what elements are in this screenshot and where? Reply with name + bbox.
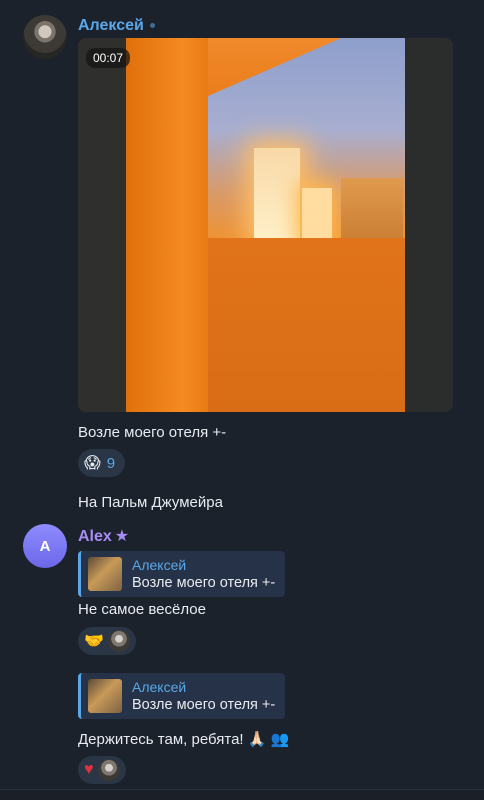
premium-star-icon: ★ xyxy=(114,528,130,545)
reply-thumbnail xyxy=(88,679,122,713)
reply-quote[interactable]: Алексей Возле моего отеля +- xyxy=(78,673,286,719)
video-side-right xyxy=(405,38,453,412)
sender-name-alex[interactable]: Alex ★ xyxy=(78,526,129,546)
video-duration-badge: 00:07 xyxy=(86,48,131,68)
video-building xyxy=(302,188,332,243)
avatar-alexei[interactable] xyxy=(23,15,67,59)
video-side-left xyxy=(78,38,126,412)
avatar-letter: A xyxy=(39,537,51,555)
handshake-icon: 🤝 xyxy=(84,633,104,650)
reply-thumbnail xyxy=(88,557,122,591)
message-text: Держитесь там, ребята! 🙏🏻 👥 xyxy=(78,731,290,748)
reaction-chip[interactable]: 🤝 xyxy=(78,627,136,655)
video-frame xyxy=(126,38,405,412)
bottom-divider xyxy=(0,789,484,800)
reaction-chip[interactable]: 😱 9 xyxy=(78,449,126,477)
video-floor xyxy=(208,238,405,412)
sender-name-label: Alex xyxy=(78,528,112,545)
reactor-avatar xyxy=(97,759,120,781)
reactor-avatar xyxy=(107,630,130,652)
reply-quote[interactable]: Алексей Возле моего отеля +- xyxy=(78,551,286,597)
video-wall xyxy=(126,38,208,412)
reply-text: Возле моего отеля +- xyxy=(132,575,276,591)
reaction-chip[interactable]: ♥ xyxy=(78,756,126,784)
reply-author: Алексей xyxy=(132,679,187,695)
reply-author: Алексей xyxy=(132,557,187,573)
video-building xyxy=(341,178,403,243)
sender-name-label: Алексей xyxy=(78,17,144,34)
video-message[interactable]: 00:07 xyxy=(78,38,453,412)
status-dot-icon xyxy=(149,23,155,29)
avatar-alex[interactable]: A xyxy=(23,524,67,568)
message-text: Не самое весёлое xyxy=(78,601,206,618)
video-building xyxy=(254,148,300,240)
sender-name-alexei[interactable]: Алексей xyxy=(78,17,155,35)
heart-icon: ♥ xyxy=(84,761,94,778)
message-text: На Пальм Джумейра xyxy=(78,494,223,511)
reply-text: Возле моего отеля +- xyxy=(132,697,276,713)
message-caption: Возле моего отеля +- xyxy=(78,424,227,441)
reaction-count: 9 xyxy=(106,454,116,472)
reaction-emoji-icon: 😱 xyxy=(84,455,101,472)
